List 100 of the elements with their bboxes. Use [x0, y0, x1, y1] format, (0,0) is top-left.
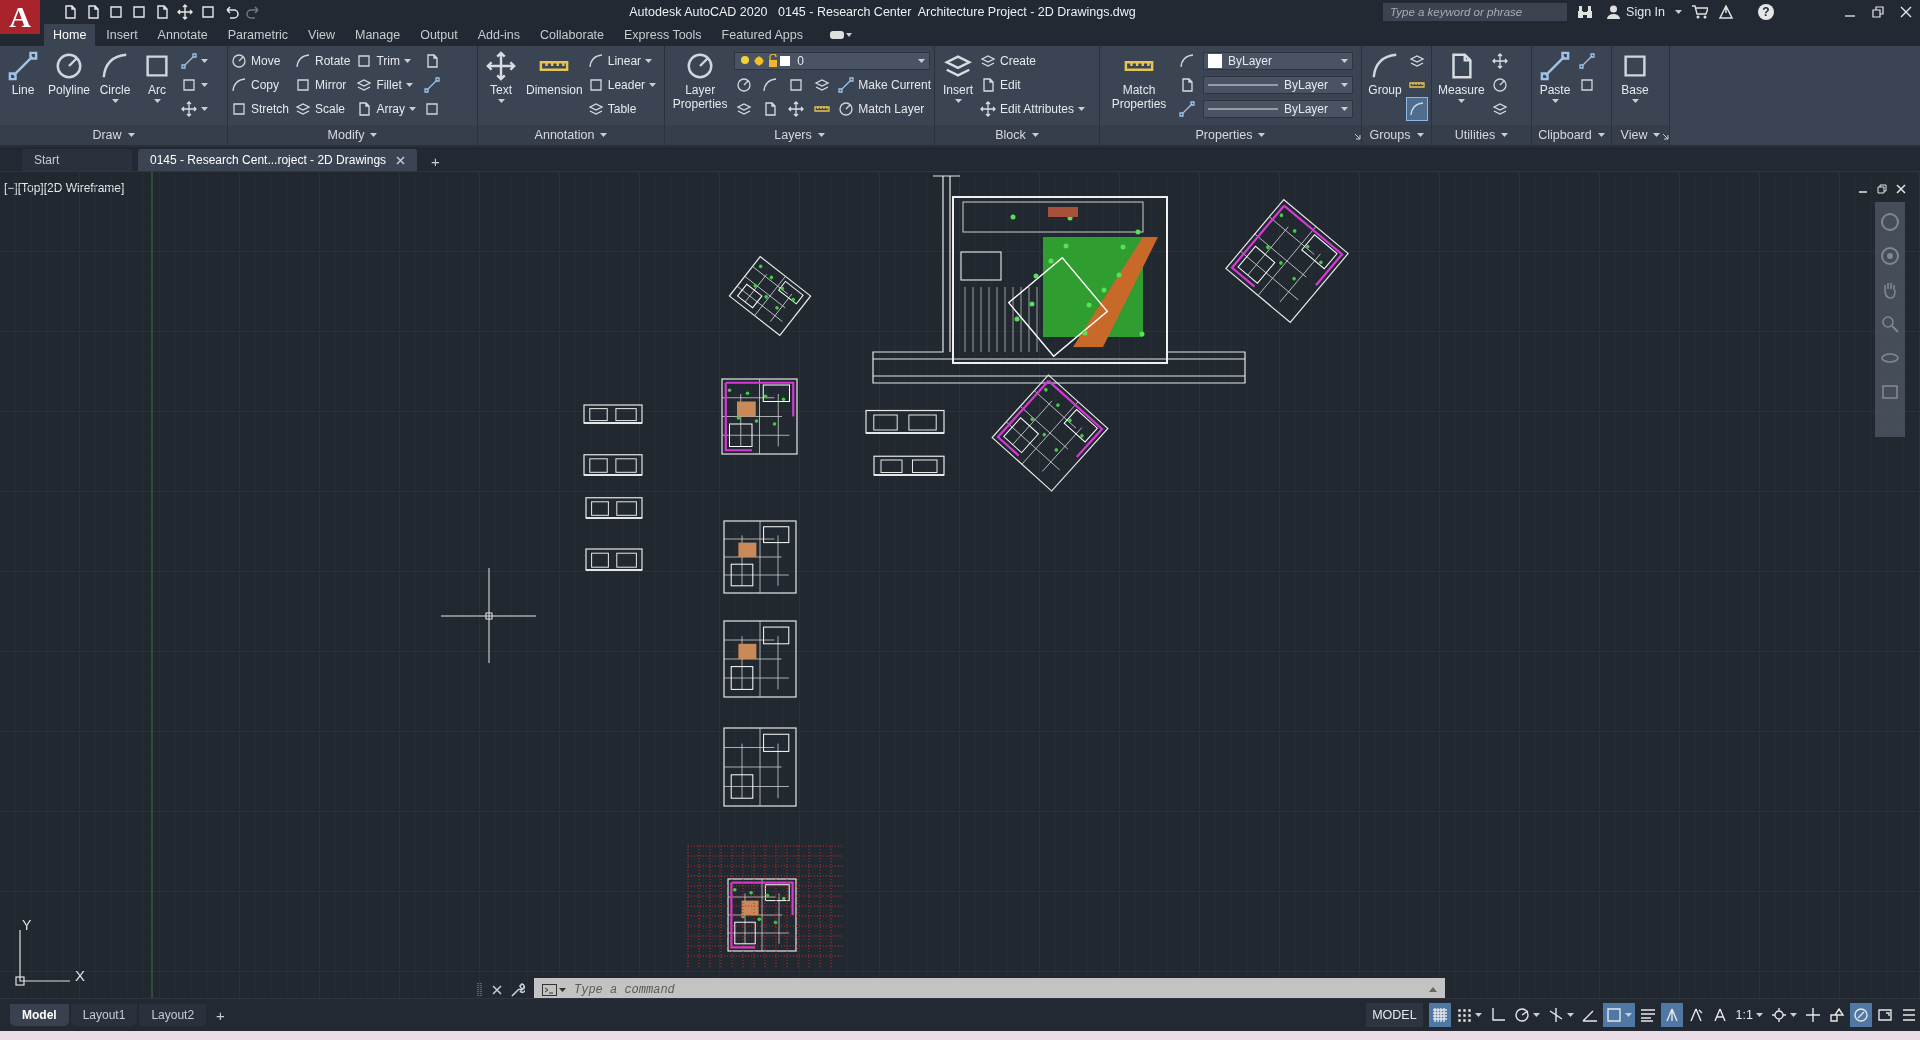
ribbon-tool-button[interactable]: Mirror [295, 74, 347, 96]
panel-title-button[interactable]: Layers [774, 128, 825, 142]
status-toggle-button[interactable]: 1:1 [1732, 1003, 1766, 1027]
square-icon[interactable] [131, 4, 147, 20]
dialog-launcher-icon[interactable] [1662, 133, 1669, 140]
panel-title-button[interactable]: Annotation [534, 128, 608, 142]
cart-icon[interactable] [1692, 5, 1708, 19]
panel-title-button[interactable]: Block [995, 128, 1039, 142]
toggle-icon[interactable] [829, 30, 852, 40]
ribbon-tab[interactable]: View [299, 24, 344, 46]
drawing-canvas[interactable] [0, 172, 1920, 998]
ribbon-tool-button[interactable]: Polyline [45, 49, 94, 125]
binoculars-icon[interactable] [1577, 5, 1594, 19]
panel-title-button[interactable]: Properties [1195, 128, 1266, 142]
ribbon-tab[interactable]: Insert [97, 24, 147, 46]
document-tab[interactable]: 0145 - Research Cent...roject - 2D Drawings [138, 149, 418, 171]
ribbon-tab[interactable]: Featured Apps [712, 24, 812, 46]
status-toggle-button[interactable] [1850, 1003, 1872, 1027]
ribbon-tool-button[interactable]: Copy [231, 74, 279, 96]
ribbon-tool-button[interactable]: Circle [95, 49, 136, 125]
ribbon-icon-button[interactable] [179, 50, 211, 72]
undo-icon[interactable] [223, 4, 239, 20]
layout-tab[interactable]: Layout1 [70, 1004, 138, 1026]
layout-tab[interactable]: Layout2 [139, 1004, 207, 1026]
ribbon-tool-button[interactable]: Leader [587, 74, 657, 96]
viewport-controls[interactable]: [−][Top][2D Wireframe] [4, 181, 125, 195]
redo-icon[interactable] [246, 4, 262, 20]
ribbon-tool-button[interactable]: Make Current [838, 74, 931, 96]
app-logo[interactable]: A [0, 0, 40, 34]
ribbon-icon-button[interactable] [1407, 98, 1427, 120]
ribbon-tool-button[interactable]: Text [481, 49, 521, 125]
ribbon-tool-button[interactable]: Create [980, 50, 1037, 72]
ribbon-tab[interactable]: Output [411, 24, 467, 46]
ribbon-icon-button[interactable] [422, 74, 443, 96]
ribbon-tool-button[interactable]: Group [1365, 49, 1405, 125]
ribbon-tool-button[interactable]: Layer Properties [668, 49, 733, 125]
wrench-icon[interactable] [511, 982, 525, 997]
ribbon-tool-button[interactable]: Scale [295, 98, 346, 120]
close-icon[interactable] [1896, 184, 1906, 194]
status-toggle-button[interactable] [1660, 1003, 1683, 1027]
page-icon[interactable] [62, 4, 78, 20]
close-icon[interactable] [396, 155, 406, 165]
panel-title-button[interactable]: Modify [327, 128, 378, 142]
panel-title-button[interactable]: View [1620, 128, 1661, 142]
ribbon-tab[interactable]: Collaborate [531, 24, 613, 46]
new-tab-button[interactable]: + [423, 151, 448, 171]
terminal-icon[interactable] [542, 983, 566, 996]
grip-icon[interactable] [477, 981, 483, 998]
status-toggle-button[interactable] [1428, 1003, 1451, 1027]
command-field[interactable]: Type a command [572, 981, 1423, 998]
line-dropdown[interactable]: ByLayer [1203, 76, 1353, 94]
ribbon-tab[interactable]: Manage [345, 24, 410, 46]
ribbon-tool-button[interactable]: Fillet [356, 74, 413, 96]
ribbon-tab[interactable]: Express Tools [615, 24, 711, 46]
panel-title-button[interactable]: Utilities [1454, 128, 1509, 142]
color-dropdown[interactable]: ByLayer [1203, 52, 1353, 70]
line-dropdown[interactable]: ByLayer [1203, 100, 1353, 118]
ribbon-tool-button[interactable]: Base [1615, 49, 1655, 125]
restore-icon[interactable] [1877, 184, 1887, 194]
new-layout-button[interactable]: + [208, 1005, 233, 1025]
square-icon[interactable] [108, 4, 124, 20]
ribbon-tool-button[interactable]: Table [587, 98, 637, 120]
ribbon-tool-button[interactable]: Arc [137, 49, 178, 125]
ribbon-tab[interactable]: Home [44, 24, 96, 46]
panel-title-button[interactable]: Groups [1369, 128, 1424, 142]
ribbon-tab[interactable]: Parametric [218, 24, 298, 46]
help-icon[interactable]: ? [1758, 4, 1774, 20]
ribbon-tool-button[interactable]: Array [356, 98, 417, 120]
cross-arrows-icon[interactable] [177, 4, 193, 20]
ribbon-tool-button[interactable]: Linear [587, 50, 653, 72]
model-space-button[interactable]: MODEL [1366, 1003, 1423, 1027]
close-icon[interactable] [1900, 6, 1912, 18]
panel-title-button[interactable]: Clipboard [1538, 128, 1605, 142]
dialog-launcher-icon[interactable] [1354, 133, 1361, 140]
ribbon-tool-button[interactable]: Edit [980, 74, 1021, 96]
ribbon-tool-button[interactable]: Trim [356, 50, 411, 72]
sign-in-button[interactable]: Sign In [1607, 5, 1665, 19]
status-toggle-button[interactable] [1602, 1003, 1635, 1027]
ribbon-tab[interactable]: Annotate [148, 24, 217, 46]
ribbon-tab[interactable]: Add-ins [468, 24, 530, 46]
document-tab[interactable]: Start [22, 149, 132, 171]
caret-up-icon[interactable] [1429, 987, 1437, 992]
caret-icon[interactable] [1675, 10, 1682, 14]
search-field[interactable]: Type a keyword or phrase [1383, 3, 1568, 21]
page-icon[interactable] [85, 4, 101, 20]
panel-title-button[interactable]: Draw [92, 128, 135, 142]
ribbon-tool-button[interactable]: Line [3, 49, 43, 125]
ribbon-tool-button[interactable]: Rotate [295, 50, 351, 72]
ribbon-icon-button[interactable] [1177, 98, 1197, 120]
ribbon-tool-button[interactable]: Edit Attributes [980, 98, 1086, 120]
restore-icon[interactable] [1872, 6, 1884, 18]
ribbon-icon-button[interactable] [1577, 50, 1597, 72]
square-icon[interactable] [200, 4, 216, 20]
ribbon-tool-button[interactable]: Insert [938, 49, 978, 125]
triangle-icon[interactable] [1718, 5, 1734, 19]
ribbon-tool-button[interactable]: Move [231, 50, 281, 72]
ribbon-tool-button[interactable]: Match Properties [1103, 49, 1175, 125]
ribbon-tool-button[interactable]: Match Layer [838, 98, 925, 120]
close-icon[interactable] [492, 984, 502, 995]
layer-dropdown[interactable]: 0 [734, 52, 931, 70]
